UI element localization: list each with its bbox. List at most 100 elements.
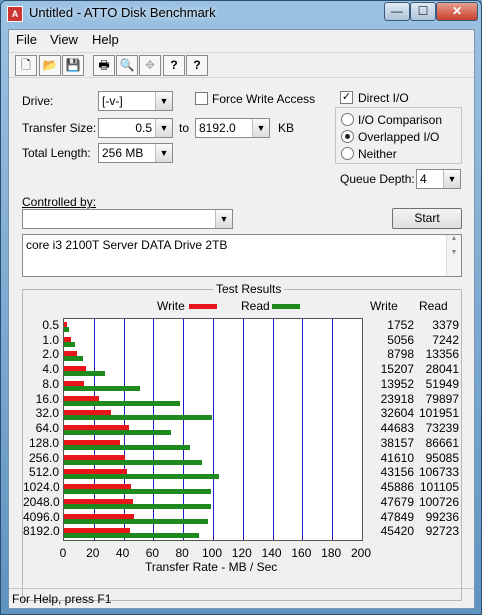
io-comparison-label: I/O Comparison [358,113,443,127]
neither-label: Neither [358,147,397,161]
menu-view[interactable]: View [50,32,78,47]
read-bar [64,503,211,509]
x-tick-label: 200 [350,546,372,560]
legend-read-swatch [272,304,300,309]
x-tick-label: 140 [261,546,282,560]
x-tick-label: 120 [231,546,252,560]
y-tick-label: 128.0 [28,435,59,450]
x-tick-label: 60 [145,546,160,560]
legend-write-swatch [189,304,217,309]
description-field[interactable]: core i3 2100T Server DATA Drive 2TB ▲ ▼ [22,234,462,277]
y-tick-label: 64.0 [35,421,59,436]
legend-read-label: Read [241,299,270,313]
drive-value: [-v-] [102,94,123,108]
write-value: 5056 [387,332,414,347]
overlapped-io-radio[interactable] [341,130,354,143]
test-results-title: Test Results [213,282,285,296]
write-value: 1752 [387,318,414,332]
start-button[interactable]: Start [392,208,462,229]
write-value: 15207 [380,362,414,377]
legend-write-label: Write [157,299,185,313]
neither-radio[interactable] [341,147,354,160]
read-column-header: Read [419,299,448,313]
read-value: 99236 [425,509,459,524]
x-tick-label: 20 [86,546,100,560]
read-bar [64,400,181,406]
menu-help[interactable]: Help [92,32,119,47]
chevron-down-icon: ▼ [252,119,269,137]
title-bar[interactable]: A Untitled - ATTO Disk Benchmark — ☐ ✕ [1,1,481,27]
transfer-to-select[interactable]: 8192.0 ▼ [195,118,270,138]
x-axis-label: Transfer Rate - MB / Sec [145,560,278,574]
y-tick-label: 16.0 [35,391,59,406]
transfer-from-select[interactable]: 0.5 ▼ [98,118,173,138]
x-tick-label: 100 [201,546,223,560]
total-length-select[interactable]: 256 MB ▼ [98,143,173,163]
total-length-label: Total Length: [22,146,91,160]
y-tick-label: 1.0 [42,332,59,347]
transfer-to-value: 8192.0 [199,121,236,135]
toolbar: 🗋 📂 💾 🖶 🔍 ✥ ? ? [9,52,474,78]
grid-line [213,319,214,540]
read-bar [64,430,171,436]
print-preview-icon[interactable]: 🔍 [116,55,138,76]
queue-depth-select[interactable]: 4 ▼ [416,169,461,189]
menu-bar: File View Help [9,30,474,50]
maximize-button[interactable]: ☐ [410,2,436,21]
minimize-button[interactable]: — [384,2,410,21]
description-scrollbar[interactable]: ▲ ▼ [446,235,461,276]
read-bar [64,489,212,495]
force-write-checkbox[interactable] [195,92,208,105]
read-bar [64,518,209,524]
client-area: File View Help 🗋 📂 💾 🖶 🔍 ✥ ? ? Drive: [-… [8,29,475,609]
chevron-down-icon: ▼ [155,92,172,110]
read-bar [64,533,199,539]
read-value: 101951 [418,406,459,421]
read-value: 101105 [419,480,459,495]
read-bar [64,356,84,362]
grid-line [272,319,274,540]
context-help-icon[interactable]: ? [186,55,208,76]
menu-file[interactable]: File [16,32,37,47]
read-value: 3379 [432,318,459,332]
overlapped-io-label: Overlapped I/O [358,130,440,144]
read-bar [64,444,191,450]
direct-io-checkbox[interactable]: ✓ [340,91,353,104]
force-write-label: Force Write Access [212,92,316,106]
write-value: 47679 [380,494,414,509]
close-button[interactable]: ✕ [436,2,478,21]
direct-io-label: Direct I/O [358,91,409,105]
print-icon[interactable]: 🖶 [93,55,115,76]
y-tick-label: 8.0 [42,376,59,391]
read-value: 86661 [425,435,459,450]
write-value: 44683 [380,421,414,436]
drive-select[interactable]: [-v-] ▼ [98,91,173,111]
write-value: 41610 [380,450,414,465]
read-bar [64,371,105,377]
read-value: 73239 [425,421,459,436]
transfer-size-label: Transfer Size: [22,121,97,135]
write-value: 38157 [380,435,414,450]
save-icon[interactable]: 💾 [62,55,84,76]
transfer-from-value: 0.5 [135,121,152,135]
y-tick-label: 1024.0 [23,480,60,495]
controlled-by-label: Controlled by: [22,195,97,209]
help-icon[interactable]: ? [163,55,185,76]
read-bar [64,474,220,480]
read-bar [64,327,69,332]
x-tick-label: 40 [115,546,130,560]
read-value: 13356 [425,347,459,362]
write-value: 45886 [380,480,414,495]
controlled-by-select[interactable]: ▼ [22,209,233,229]
y-tick-label: 4.0 [42,362,59,377]
description-text: core i3 2100T Server DATA Drive 2TB [26,238,228,252]
io-comparison-radio[interactable] [341,113,354,126]
plot-area [63,318,363,541]
move-icon[interactable]: ✥ [139,55,161,76]
queue-depth-label: Queue Depth: [340,172,415,186]
new-icon[interactable]: 🗋 [15,55,37,76]
status-text: For Help, press F1 [12,592,112,606]
y-tick-label: 2.0 [42,347,59,362]
open-icon[interactable]: 📂 [39,55,61,76]
app-window: A Untitled - ATTO Disk Benchmark — ☐ ✕ F… [0,0,482,615]
